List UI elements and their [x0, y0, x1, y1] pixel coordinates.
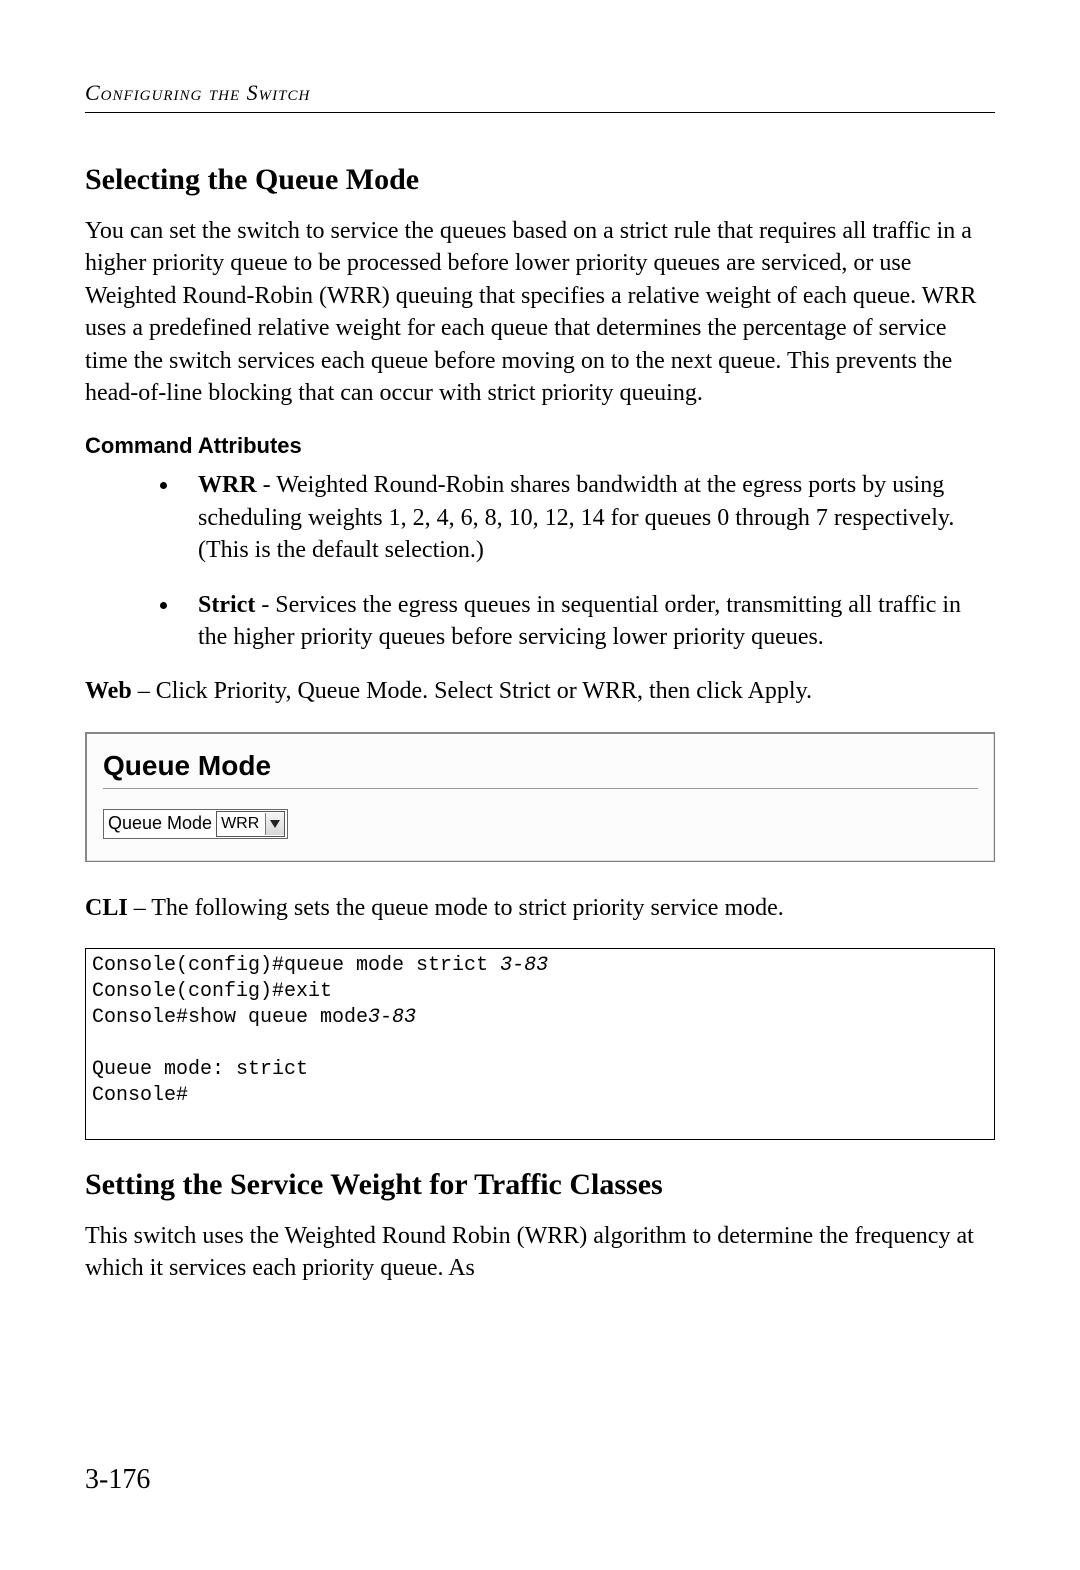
cli-page-ref: 3-83 [368, 1006, 416, 1029]
cli-line: Console#show queue mode [92, 1006, 368, 1029]
cli-line: Console(config)#exit [92, 980, 332, 1003]
cli-line: Queue mode: strict [92, 1058, 308, 1081]
list-item: Strict - Services the egress queues in s… [180, 589, 995, 654]
chevron-down-icon[interactable] [265, 813, 284, 835]
queue-mode-row: Queue Mode WRR [103, 809, 288, 839]
queue-mode-select-value: WRR [217, 815, 265, 833]
panel-separator [103, 788, 978, 789]
running-head: Configuring the Switch [85, 80, 995, 113]
web-instruction: Web – Click Priority, Queue Mode. Select… [85, 675, 995, 707]
page-number: 3-176 [85, 1464, 150, 1496]
cli-line: Console# [92, 1084, 188, 1107]
section-title-service-weight: Setting the Service Weight for Traffic C… [85, 1168, 995, 1202]
command-attributes-list: WRR - Weighted Round-Robin shares bandwi… [140, 469, 995, 653]
cli-output-block: Console(config)#queue mode strict 3-83 C… [85, 948, 995, 1140]
web-text: – Click Priority, Queue Mode. Select Str… [132, 678, 812, 704]
attr-desc-wrr: - Weighted Round-Robin shares bandwidth … [198, 472, 954, 563]
cli-text: – The following sets the queue mode to s… [128, 895, 784, 921]
panel-title: Queue Mode [103, 750, 978, 782]
queue-mode-panel: Queue Mode Queue Mode WRR [85, 732, 995, 862]
cli-line: Console(config)#queue mode strict [92, 954, 500, 977]
list-item: WRR - Weighted Round-Robin shares bandwi… [180, 469, 995, 566]
attr-name-wrr: WRR [198, 472, 257, 498]
cli-instruction: CLI – The following sets the queue mode … [85, 892, 995, 924]
running-head-text: Configuring the Switch [85, 80, 310, 105]
command-attributes-heading: Command Attributes [85, 433, 995, 459]
section2-intro: This switch uses the Weighted Round Robi… [85, 1220, 995, 1285]
queue-mode-select[interactable]: WRR [216, 811, 285, 837]
section-title-queue-mode: Selecting the Queue Mode [85, 163, 995, 197]
attr-name-strict: Strict [198, 592, 255, 618]
queue-mode-label: Queue Mode [106, 811, 216, 836]
cli-lead: CLI [85, 895, 128, 921]
intro-paragraph: You can set the switch to service the qu… [85, 215, 995, 409]
attr-desc-strict: - Services the egress queues in sequenti… [198, 592, 961, 650]
web-lead: Web [85, 678, 132, 704]
document-page: Configuring the Switch Selecting the Que… [0, 0, 1080, 1570]
cli-page-ref: 3-83 [500, 954, 548, 977]
